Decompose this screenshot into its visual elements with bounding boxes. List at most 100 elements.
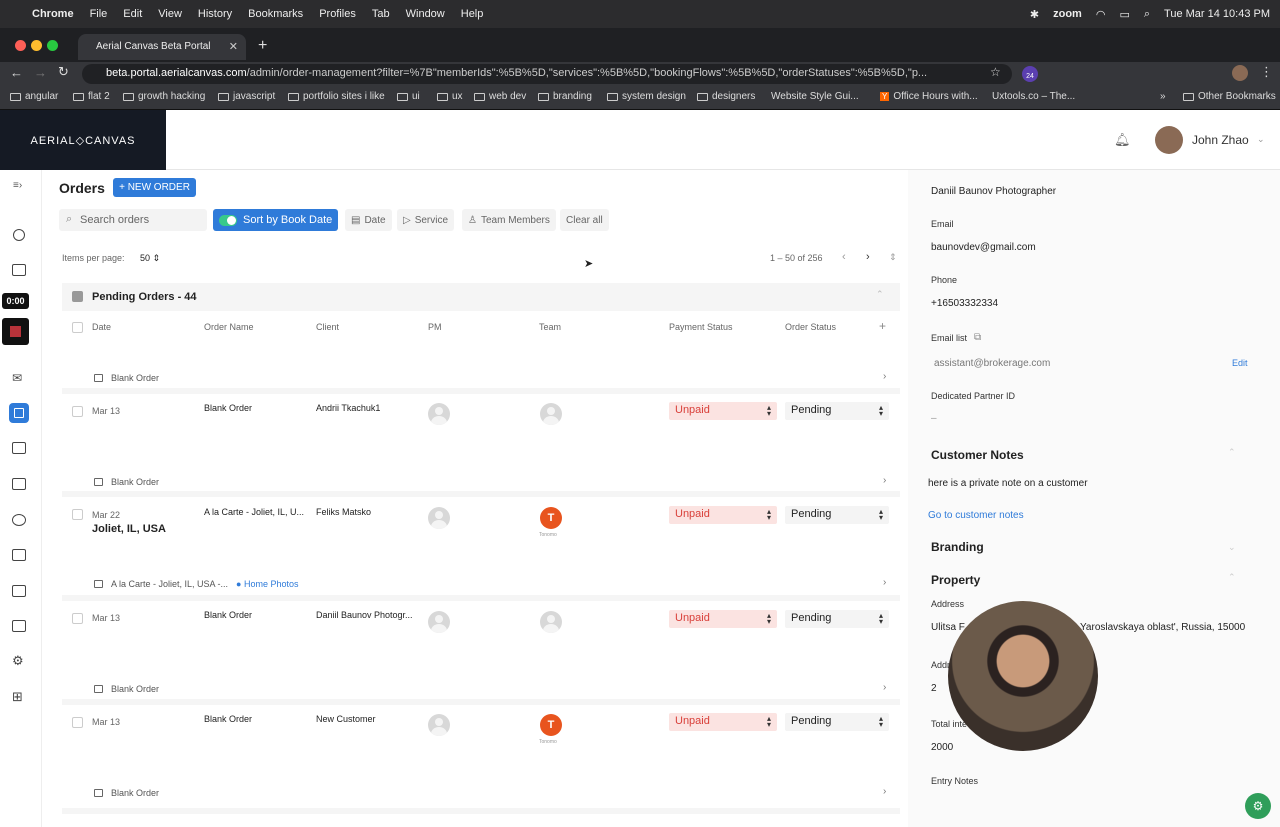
- address2-value[interactable]: 2: [931, 683, 937, 694]
- clear-all-button[interactable]: Clear all: [560, 209, 609, 231]
- bookmark-star-icon[interactable]: ☆: [990, 65, 1001, 79]
- customer-notes-link[interactable]: Go to customer notes: [928, 510, 1024, 521]
- bookmark-flat-2[interactable]: flat 2: [73, 91, 110, 102]
- date-filter[interactable]: ▤ Date: [345, 209, 392, 231]
- row-order-name[interactable]: Blank Order: [204, 610, 252, 620]
- grid-icon[interactable]: ⊞: [12, 689, 23, 705]
- bookmark-other[interactable]: Other Bookmarks: [1183, 91, 1276, 102]
- settings-gear-icon[interactable]: ⚙: [12, 653, 24, 669]
- col-client[interactable]: Client: [316, 322, 339, 332]
- service-filter[interactable]: ▷ Service: [397, 209, 455, 231]
- service-tag[interactable]: ● Home Photos: [236, 579, 298, 589]
- documents-icon[interactable]: [12, 264, 26, 276]
- pm-avatar-placeholder[interactable]: [428, 611, 450, 633]
- menu-view[interactable]: View: [158, 8, 182, 20]
- bookmark-office-hours[interactable]: Y Office Hours with...: [880, 91, 978, 102]
- row-client[interactable]: Andrii Tkachuk1: [316, 403, 380, 413]
- edit-email-list-link[interactable]: Edit: [1232, 358, 1248, 368]
- row-checkbox[interactable]: [72, 406, 83, 417]
- team-icon[interactable]: [12, 514, 26, 526]
- wifi-icon[interactable]: ◠: [1096, 8, 1106, 21]
- phone-value[interactable]: +16503332334: [931, 298, 998, 309]
- col-team[interactable]: Team: [539, 322, 561, 332]
- row-client[interactable]: Feliks Matsko: [316, 507, 371, 517]
- expand-row-icon[interactable]: ›: [883, 577, 886, 588]
- order-status-select[interactable]: Pending ▴ ▾: [785, 610, 889, 628]
- email-list-value[interactable]: assistant@brokerage.com: [934, 358, 1050, 369]
- expand-row-icon[interactable]: ›: [883, 475, 886, 486]
- menu-bookmarks[interactable]: Bookmarks: [248, 8, 303, 20]
- support-chat-button[interactable]: ⚙: [1245, 793, 1271, 819]
- chevron-up-icon[interactable]: ⌃: [1228, 447, 1236, 458]
- sort-by-book-date-toggle[interactable]: Sort by Book Date: [213, 209, 338, 231]
- reload-icon[interactable]: ↻: [58, 64, 69, 80]
- mail-icon[interactable]: ✉: [12, 371, 22, 385]
- bookmark-angular[interactable]: angular: [10, 91, 58, 102]
- search-status-icon[interactable]: ⌕: [1144, 8, 1150, 21]
- address-bar[interactable]: beta.portal.aerialcanvas.com/admin/order…: [82, 64, 1012, 84]
- team-avatar[interactable]: T: [540, 507, 562, 529]
- next-page-icon[interactable]: ›: [866, 251, 870, 263]
- bookmark-javascript[interactable]: javascript: [218, 91, 275, 102]
- partner-id-value[interactable]: –: [931, 413, 937, 424]
- row-checkbox[interactable]: [72, 717, 83, 728]
- address-value-right[interactable]: Yaroslavskaya oblast', Russia, 15000: [1080, 622, 1245, 633]
- bookmark-designers[interactable]: designers: [697, 91, 755, 102]
- chevron-up-icon[interactable]: ⌃: [876, 289, 884, 300]
- order-status-select[interactable]: Pending ▴ ▾: [785, 402, 889, 420]
- pm-avatar-placeholder[interactable]: [428, 507, 450, 529]
- forward-icon[interactable]: →: [34, 65, 47, 80]
- battery-icon[interactable]: ▭: [1119, 8, 1129, 21]
- sort-icon[interactable]: ⇕: [889, 252, 897, 263]
- col-payment-status[interactable]: Payment Status: [669, 322, 733, 332]
- menu-app-name[interactable]: Chrome: [32, 8, 74, 20]
- bookmark-web-dev[interactable]: web dev: [474, 91, 526, 102]
- row-checkbox[interactable]: [72, 613, 83, 624]
- team-members-filter[interactable]: ♙ Team Members: [462, 209, 556, 231]
- report-icon[interactable]: [12, 620, 26, 632]
- bookmark-ui[interactable]: ui: [397, 91, 420, 102]
- expand-row-icon[interactable]: ›: [883, 371, 886, 382]
- row-client[interactable]: Daniil Baunov Photogr...: [316, 610, 413, 620]
- col-order-status[interactable]: Order Status: [785, 322, 836, 332]
- team-avatar[interactable]: T: [540, 714, 562, 736]
- bookmark-branding[interactable]: branding: [538, 91, 592, 102]
- invoice-icon[interactable]: [12, 585, 26, 597]
- user-name[interactable]: John Zhao: [1192, 133, 1249, 147]
- row-order-name[interactable]: Blank Order: [204, 714, 252, 724]
- group-checkbox[interactable]: [72, 291, 83, 302]
- payment-status-select[interactable]: Unpaid ▴ ▾: [669, 506, 777, 524]
- per-page-select[interactable]: 50 ⇕: [140, 253, 160, 264]
- email-value[interactable]: baunovdev@gmail.com: [931, 242, 1036, 253]
- collapse-sidebar-icon[interactable]: ≡›: [13, 180, 22, 191]
- browser-tab[interactable]: Aerial Canvas Beta Portal ✕: [78, 34, 246, 60]
- prev-page-icon[interactable]: ‹: [842, 251, 846, 263]
- profile-avatar-icon[interactable]: [1232, 65, 1248, 81]
- row-order-name[interactable]: Blank Order: [204, 403, 252, 413]
- branding-title[interactable]: Branding: [931, 540, 984, 554]
- chevron-down-icon[interactable]: ⌄: [1228, 542, 1236, 553]
- row-checkbox[interactable]: [72, 509, 83, 520]
- close-window-button[interactable]: [15, 40, 26, 51]
- menu-file[interactable]: File: [90, 8, 108, 20]
- bookmark-website-style[interactable]: Website Style Gui...: [771, 91, 859, 102]
- flow-icon[interactable]: [12, 442, 26, 454]
- menu-history[interactable]: History: [198, 8, 232, 20]
- maximize-window-button[interactable]: [47, 40, 58, 51]
- new-order-button[interactable]: + NEW ORDER: [113, 178, 196, 197]
- row-order-name[interactable]: A la Carte - Joliet, IL, U...: [204, 507, 304, 517]
- col-date[interactable]: Date: [92, 322, 111, 332]
- bookmark-growth-hacking[interactable]: growth hacking: [123, 91, 205, 102]
- select-all-checkbox[interactable]: [72, 322, 83, 333]
- zoom-status[interactable]: zoom: [1053, 8, 1082, 20]
- chevron-up-icon[interactable]: ⌃: [1228, 572, 1236, 583]
- menu-edit[interactable]: Edit: [123, 8, 142, 20]
- property-title[interactable]: Property: [931, 573, 980, 587]
- add-column-icon[interactable]: +: [879, 319, 886, 333]
- col-order-name[interactable]: Order Name: [204, 322, 254, 332]
- pm-avatar-placeholder[interactable]: [428, 714, 450, 736]
- customer-notes-title[interactable]: Customer Notes: [931, 448, 1024, 462]
- order-status-select[interactable]: Pending ▴ ▾: [785, 713, 889, 731]
- bookmark-uxtools[interactable]: Uxtools.co – The...: [992, 91, 1075, 102]
- orders-icon[interactable]: [9, 403, 29, 423]
